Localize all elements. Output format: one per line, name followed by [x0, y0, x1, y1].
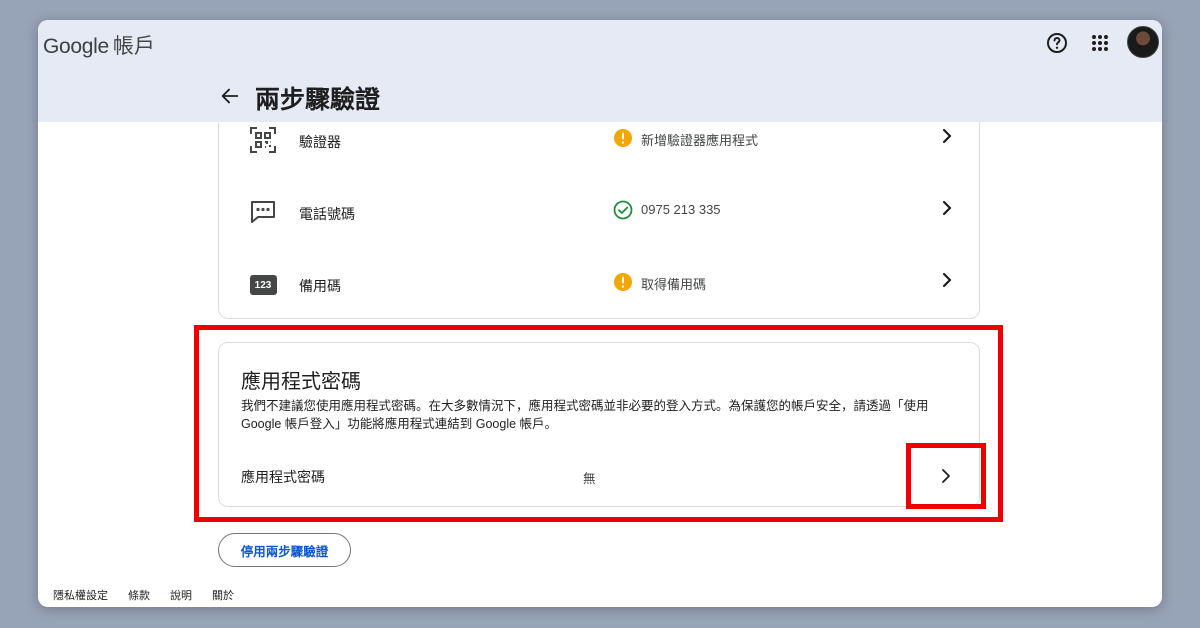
method-status: 取得備用碼: [641, 277, 707, 292]
method-row-backup-codes[interactable]: 123 備用碼 取得備用碼: [219, 264, 979, 324]
method-label: 驗證器: [299, 134, 341, 150]
footer-about-link[interactable]: 關於: [212, 587, 234, 603]
brand-account: 帳戶: [112, 35, 155, 58]
chevron-right-icon[interactable]: [937, 270, 957, 290]
google-account-logo[interactable]: Google 帳戶: [43, 30, 155, 60]
warning-icon: [613, 272, 633, 292]
avatar[interactable]: [1127, 26, 1159, 58]
help-icon[interactable]: [1045, 31, 1069, 55]
back-arrow-icon[interactable]: [218, 84, 242, 108]
footer-help-link[interactable]: 說明: [170, 587, 192, 603]
app-passwords-chevron-button[interactable]: [906, 443, 986, 509]
brand-google: Google: [43, 35, 109, 58]
method-label: 電話號碼: [299, 206, 355, 222]
page-title: 兩步驟驗證: [255, 86, 381, 114]
disable-2sv-button[interactable]: 停用兩步驟驗證: [218, 533, 351, 567]
method-row-authenticator[interactable]: 驗證器 新增驗證器應用程式: [219, 122, 979, 182]
chevron-right-icon: [942, 469, 950, 483]
method-row-phone[interactable]: 電話號碼 0975 213 335: [219, 192, 979, 252]
browser-window: Google 帳戶 兩步驟驗證 驗證器 新增驗證器應用程式 電話號碼 0975 …: [38, 20, 1162, 607]
verification-methods-card: 驗證器 新增驗證器應用程式 電話號碼 0975 213 335 123 備用碼 …: [218, 122, 980, 319]
apps-grid-icon[interactable]: [1088, 31, 1112, 55]
app-passwords-row-value: 無: [583, 472, 596, 486]
chevron-right-icon[interactable]: [937, 126, 957, 146]
header-bar: Google 帳戶 兩步驟驗證: [38, 20, 1162, 122]
warning-icon: [613, 128, 633, 148]
app-passwords-title: 應用程式密碼: [241, 371, 361, 393]
app-passwords-description: 我們不建議您使用應用程式密碼。在大多數情況下，應用程式密碼並非必要的登入方式。為…: [241, 399, 929, 431]
backup-code-badge: 123: [249, 275, 277, 295]
message-icon: [249, 198, 277, 226]
qr-code-icon: [249, 126, 277, 154]
footer-terms-link[interactable]: 條款: [128, 587, 150, 603]
footer-privacy-link[interactable]: 隱私權設定: [53, 587, 108, 603]
method-status: 0975 213 335: [641, 202, 721, 217]
method-status: 新增驗證器應用程式: [641, 133, 759, 148]
check-circle-icon: [613, 200, 633, 220]
chevron-right-icon[interactable]: [937, 198, 957, 218]
app-passwords-card: 應用程式密碼 我們不建議您使用應用程式密碼。在大多數情況下，應用程式密碼並非必要…: [218, 342, 980, 507]
method-label: 備用碼: [299, 278, 341, 294]
backup-code-icon: 123: [249, 271, 277, 299]
app-passwords-row-label: 應用程式密碼: [241, 469, 325, 485]
footer: 隱私權設定 條款 說明 關於: [53, 587, 234, 603]
